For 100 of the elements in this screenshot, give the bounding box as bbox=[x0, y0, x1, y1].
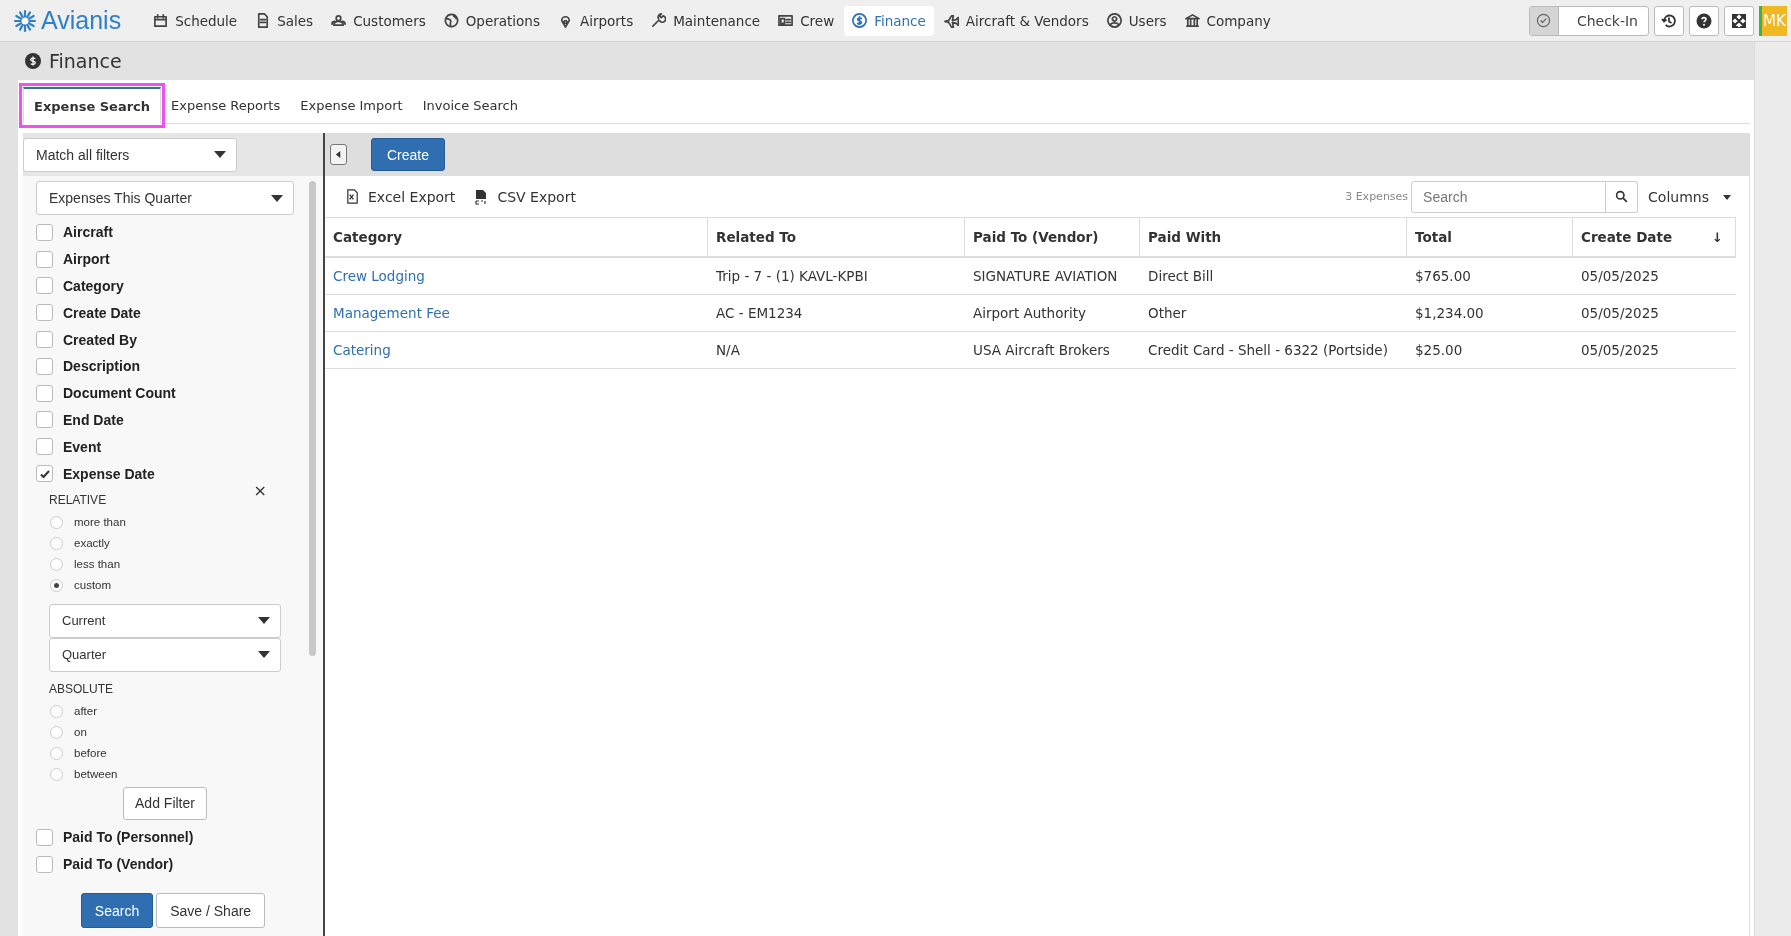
filter-label[interactable]: End Date bbox=[63, 411, 124, 428]
table-cell: 05/05/2025 bbox=[1581, 268, 1659, 284]
nav-item[interactable]: Maintenance bbox=[643, 5, 769, 36]
category-link[interactable]: Management Fee bbox=[333, 305, 450, 321]
nav-item[interactable]: Operations bbox=[435, 5, 548, 36]
column-header[interactable]: Total bbox=[1407, 218, 1573, 256]
radio-button[interactable] bbox=[50, 578, 63, 592]
checkbox[interactable] bbox=[36, 465, 53, 483]
plane-icon bbox=[943, 13, 959, 28]
period-dropdown[interactable]: Quarter bbox=[49, 637, 281, 672]
saved-search-dropdown[interactable]: Expenses This Quarter bbox=[36, 181, 294, 215]
filter-label[interactable]: Paid To (Vendor) bbox=[63, 856, 174, 873]
caret-icon bbox=[258, 617, 270, 625]
filter-label[interactable]: Airport bbox=[63, 251, 110, 268]
radio-label[interactable]: on bbox=[74, 726, 87, 739]
nav-item[interactable]: Schedule bbox=[145, 5, 246, 36]
table-cell: Airport Authority bbox=[973, 305, 1086, 321]
nav-item[interactable]: Aircraft & Vendors bbox=[935, 5, 1097, 36]
help-button[interactable] bbox=[1689, 5, 1719, 36]
radio-label[interactable]: after bbox=[74, 705, 97, 718]
radio-label[interactable]: between bbox=[74, 768, 118, 781]
filter-label[interactable]: Aircraft bbox=[63, 224, 113, 241]
radio-button[interactable] bbox=[50, 557, 63, 571]
fullscreen-button[interactable] bbox=[1724, 5, 1754, 36]
match-mode-dropdown[interactable]: Match all filters bbox=[23, 137, 237, 172]
caret-left-icon bbox=[335, 151, 342, 158]
nav-item[interactable]: Finance bbox=[844, 5, 934, 36]
tab[interactable]: Expense Import bbox=[290, 87, 413, 123]
filter-label[interactable]: Event bbox=[63, 438, 102, 455]
nav-item[interactable]: Company bbox=[1176, 5, 1279, 36]
radio-label[interactable]: more than bbox=[74, 516, 126, 529]
checkbox[interactable] bbox=[36, 438, 53, 456]
tab[interactable]: Invoice Search bbox=[412, 87, 528, 123]
column-header[interactable]: Paid To (Vendor) bbox=[965, 218, 1140, 256]
calendar-icon bbox=[153, 13, 169, 28]
radio-button[interactable] bbox=[50, 746, 63, 760]
checkbox[interactable] bbox=[36, 331, 53, 349]
radio-button[interactable] bbox=[50, 536, 63, 550]
save-share-button[interactable]: Save / Share bbox=[156, 893, 266, 928]
radio-label[interactable]: less than bbox=[74, 558, 121, 571]
tab[interactable]: Expense Reports bbox=[161, 87, 291, 123]
csv-export-button[interactable]: CSV Export bbox=[473, 188, 576, 205]
history-button[interactable] bbox=[1654, 5, 1684, 36]
excel-export-button[interactable]: Excel Export bbox=[345, 188, 456, 205]
nav-item[interactable]: Sales bbox=[247, 5, 322, 36]
search-button[interactable]: Search bbox=[80, 893, 154, 928]
search-field[interactable]: Search bbox=[1411, 180, 1607, 213]
radio-label[interactable]: exactly bbox=[74, 537, 110, 550]
filter-label[interactable]: Paid To (Personnel) bbox=[63, 829, 194, 846]
column-header[interactable]: Category bbox=[325, 218, 708, 256]
filter-label[interactable]: Expense Date bbox=[63, 465, 155, 482]
category-link[interactable]: Crew Lodging bbox=[333, 268, 425, 284]
sort-arrow-icon[interactable]: ↓ bbox=[1712, 229, 1727, 245]
checkbox[interactable] bbox=[36, 855, 53, 873]
close-icon[interactable]: × bbox=[253, 480, 267, 500]
column-header[interactable]: Create Date ↓ bbox=[1573, 218, 1736, 256]
checkbox[interactable] bbox=[36, 277, 53, 295]
checkbox[interactable] bbox=[36, 828, 53, 846]
checkbox[interactable] bbox=[36, 223, 53, 241]
search-button[interactable] bbox=[1606, 180, 1639, 213]
caret-icon bbox=[258, 651, 270, 659]
filter-label[interactable]: Create Date bbox=[63, 304, 141, 321]
nav-item[interactable]: Customers bbox=[323, 5, 434, 36]
expand-arrows-icon bbox=[1731, 12, 1747, 29]
table-cell: Direct Bill bbox=[1148, 268, 1214, 284]
radio-button[interactable] bbox=[50, 725, 63, 739]
filter-label[interactable]: Document Count bbox=[63, 385, 176, 402]
columns-dropdown[interactable]: Columns bbox=[1648, 188, 1749, 205]
filter-label[interactable]: Created By bbox=[63, 331, 137, 348]
checkbox[interactable] bbox=[36, 411, 53, 429]
radio-label[interactable]: custom bbox=[74, 579, 112, 592]
result-count: 3 Expenses bbox=[1345, 190, 1409, 203]
bank-icon bbox=[1184, 13, 1200, 28]
checkbox[interactable] bbox=[36, 304, 53, 322]
document-icon bbox=[255, 13, 271, 28]
filter-label[interactable]: Description bbox=[63, 358, 140, 375]
nav-item[interactable]: Airports bbox=[549, 5, 642, 36]
page-title: Finance bbox=[49, 50, 122, 72]
nav-item[interactable]: Users bbox=[1098, 5, 1175, 36]
collapse-panel-button[interactable] bbox=[330, 144, 347, 165]
radio-button[interactable] bbox=[50, 704, 63, 718]
checkbox[interactable] bbox=[36, 250, 53, 268]
create-button[interactable]: Create bbox=[371, 138, 446, 171]
category-link[interactable]: Catering bbox=[333, 342, 391, 358]
column-header[interactable]: Related To bbox=[708, 218, 965, 256]
brand-name[interactable]: Avianis bbox=[41, 6, 122, 35]
radio-button[interactable] bbox=[50, 767, 63, 781]
column-header[interactable]: Paid With bbox=[1140, 218, 1407, 256]
checkbox[interactable] bbox=[36, 357, 53, 375]
check-in-button[interactable]: Check-In bbox=[1528, 5, 1649, 36]
checkbox[interactable] bbox=[36, 384, 53, 402]
nav-item[interactable]: Crew bbox=[770, 5, 843, 36]
period-dropdown[interactable]: Current bbox=[49, 603, 281, 638]
table-cell: $25.00 bbox=[1415, 342, 1463, 358]
table-cell: Trip - 7 - (1) KAVL-KPBI bbox=[716, 268, 868, 284]
add-filter-button[interactable]: Add Filter bbox=[123, 786, 207, 820]
table-cell: $765.00 bbox=[1415, 268, 1471, 284]
radio-button[interactable] bbox=[50, 515, 63, 529]
filter-label[interactable]: Category bbox=[63, 278, 124, 294]
radio-label[interactable]: before bbox=[74, 747, 107, 760]
